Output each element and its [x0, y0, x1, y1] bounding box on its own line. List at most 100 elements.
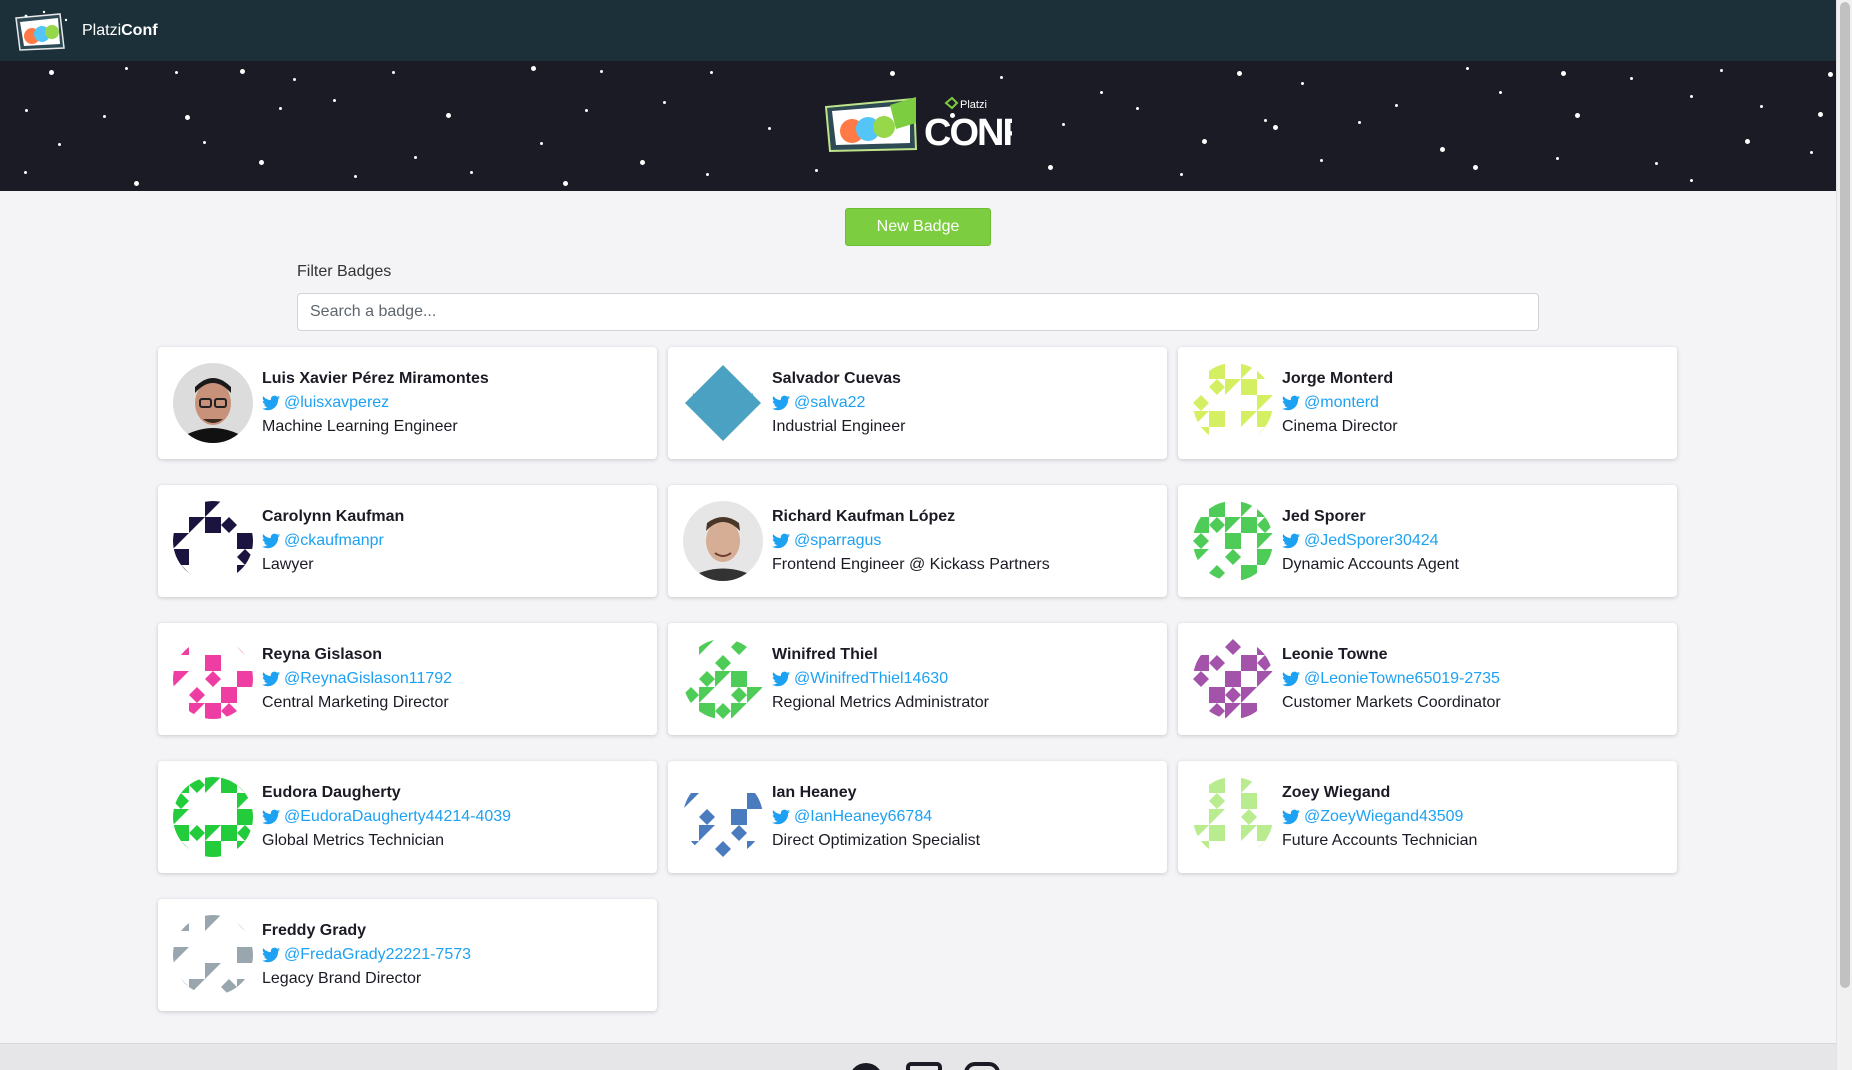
- badge-job-title: Cinema Director: [1282, 418, 1398, 435]
- new-badge-button[interactable]: New Badge: [845, 208, 991, 246]
- badge-card[interactable]: Richard Kaufman López @sparragus Fronten…: [668, 485, 1167, 597]
- badge-card[interactable]: Carolynn Kaufman @ckaufmanpr Lawyer: [158, 485, 657, 597]
- badge-job-title: Machine Learning Engineer: [262, 418, 458, 435]
- badge-job-title: Frontend Engineer @ Kickass Partners: [772, 556, 1050, 573]
- badge-info: Winifred Thiel @WinifredThiel14630 Regio…: [772, 643, 989, 715]
- badge-twitter-link[interactable]: @IanHeaney66784: [772, 805, 980, 829]
- badge-card[interactable]: Ian Heaney @IanHeaney66784 Direct Optimi…: [668, 761, 1167, 873]
- avatar: [173, 363, 253, 443]
- badge-twitter-link[interactable]: @ZoeyWiegand43509: [1282, 805, 1477, 829]
- badge-name: Carolynn Kaufman: [262, 508, 405, 525]
- badge-twitter-link[interactable]: @sparragus: [772, 529, 1050, 553]
- star-dot: [531, 66, 536, 71]
- badge-card[interactable]: Winifred Thiel @WinifredThiel14630 Regio…: [668, 623, 1167, 735]
- search-badge-input[interactable]: [297, 293, 1539, 331]
- badge-twitter-handle[interactable]: @sparragus: [794, 529, 881, 553]
- avatar: [1193, 777, 1273, 857]
- twitter-bird-icon: [772, 671, 790, 687]
- tablet-icon[interactable]: [906, 1062, 942, 1070]
- star-dot: [1466, 67, 1469, 70]
- star-dot: [470, 171, 473, 174]
- badge-twitter-link[interactable]: @ckaufmanpr: [262, 529, 404, 553]
- badge-twitter-handle[interactable]: @salva22: [794, 391, 865, 415]
- badge-job-title: Global Metrics Technician: [262, 832, 445, 849]
- badge-card[interactable]: Zoey Wiegand @ZoeyWiegand43509 Future Ac…: [1178, 761, 1677, 873]
- badge-twitter-handle[interactable]: @ReynaGislason11792: [284, 667, 452, 691]
- badge-name: Jorge Monterd: [1282, 370, 1394, 387]
- badge-job-title: Central Marketing Director: [262, 694, 449, 711]
- avatar: [173, 501, 253, 581]
- nav-brand-link[interactable]: PlatziConf: [14, 10, 158, 52]
- star-dot: [1556, 157, 1559, 160]
- badge-info: Zoey Wiegand @ZoeyWiegand43509 Future Ac…: [1282, 781, 1477, 853]
- star-dot: [706, 173, 709, 176]
- badge-twitter-link[interactable]: @salva22: [772, 391, 905, 415]
- badge-twitter-handle[interactable]: @EudoraDaugherty44214-4039: [284, 805, 511, 829]
- badge-card[interactable]: Salvador Cuevas @salva22 Industrial Engi…: [668, 347, 1167, 459]
- star-dot: [663, 101, 666, 104]
- badge-twitter-link[interactable]: @luisxavperez: [262, 391, 489, 415]
- badge-twitter-link[interactable]: @FredaGrady22221-7573: [262, 943, 471, 967]
- badge-name: Ian Heaney: [772, 784, 857, 801]
- badge-job-title: Direct Optimization Specialist: [772, 832, 981, 849]
- star-dot: [58, 143, 61, 146]
- instagram-icon[interactable]: [964, 1062, 1000, 1070]
- star-dot: [563, 181, 568, 186]
- badge-job-title: Regional Metrics Administrator: [772, 694, 989, 711]
- badge-card[interactable]: Freddy Grady @FredaGrady22221-7573 Legac…: [158, 899, 657, 1011]
- badge-twitter-handle[interactable]: @luisxavperez: [284, 391, 389, 415]
- page: PlatziConf Platzi CONF New Badge Filt: [0, 0, 1836, 1070]
- scrollbar-thumb[interactable]: [1840, 2, 1850, 988]
- badge-card[interactable]: Jed Sporer @JedSporer30424 Dynamic Accou…: [1178, 485, 1677, 597]
- badge-twitter-handle[interactable]: @ZoeyWiegand43509: [1304, 805, 1463, 829]
- star-dot: [1358, 121, 1361, 124]
- star-dot: [175, 71, 178, 74]
- badge-twitter-link[interactable]: @ReynaGislason11792: [262, 667, 452, 691]
- star-dot: [1395, 104, 1398, 107]
- star-dot: [1575, 113, 1580, 118]
- star-dot: [446, 113, 451, 118]
- vertical-scrollbar[interactable]: [1836, 0, 1852, 1070]
- star-dot: [1760, 105, 1763, 108]
- star-dot: [279, 107, 282, 110]
- star-dot: [1301, 82, 1304, 85]
- badge-twitter-link[interactable]: @WinifredThiel14630: [772, 667, 989, 691]
- hero-banner: Platzi CONF: [0, 61, 1836, 191]
- badge-twitter-link[interactable]: @JedSporer30424: [1282, 529, 1459, 553]
- platziconf-logo-icon: [14, 10, 72, 52]
- badge-info: Jed Sporer @JedSporer30424 Dynamic Accou…: [1282, 505, 1459, 577]
- twitter-bird-icon: [262, 671, 280, 687]
- badge-twitter-handle[interactable]: @WinifredThiel14630: [794, 667, 948, 691]
- avatar: [1193, 639, 1273, 719]
- badge-card[interactable]: Leonie Towne @LeonieTowne65019-2735 Cust…: [1178, 623, 1677, 735]
- badge-card[interactable]: Reyna Gislason @ReynaGislason11792 Centr…: [158, 623, 657, 735]
- badge-card[interactable]: Eudora Daugherty @EudoraDaugherty44214-4…: [158, 761, 657, 873]
- badge-info: Jorge Monterd @monterd Cinema Director: [1282, 367, 1398, 439]
- badge-twitter-handle[interactable]: @IanHeaney66784: [794, 805, 932, 829]
- star-dot: [1062, 123, 1065, 126]
- twitter-bird-icon: [772, 395, 790, 411]
- badge-info: Richard Kaufman López @sparragus Fronten…: [772, 505, 1050, 577]
- star-dot: [1136, 107, 1139, 110]
- badge-twitter-handle[interactable]: @monterd: [1304, 391, 1379, 415]
- badge-twitter-handle[interactable]: @JedSporer30424: [1304, 529, 1439, 553]
- badge-twitter-handle[interactable]: @FredaGrady22221-7573: [284, 943, 471, 967]
- badge-card[interactable]: Jorge Monterd @monterd Cinema Director: [1178, 347, 1677, 459]
- star-dot: [293, 78, 296, 81]
- badge-twitter-link[interactable]: @EudoraDaugherty44214-4039: [262, 805, 511, 829]
- badge-twitter-link[interactable]: @monterd: [1282, 391, 1398, 415]
- hero-platziconf-logo: Platzi CONF: [824, 93, 1026, 160]
- badge-twitter-handle[interactable]: @LeonieTowne65019-2735: [1304, 667, 1500, 691]
- star-dot: [1473, 165, 1478, 170]
- hero-logo-platzi-small: Platzi: [944, 96, 987, 111]
- avatar: [173, 915, 253, 995]
- badge-info: Leonie Towne @LeonieTowne65019-2735 Cust…: [1282, 643, 1501, 715]
- badge-twitter-link[interactable]: @LeonieTowne65019-2735: [1282, 667, 1501, 691]
- badge-twitter-handle[interactable]: @ckaufmanpr: [284, 529, 384, 553]
- twitter-icon[interactable]: [848, 1062, 884, 1070]
- badge-info: Freddy Grady @FredaGrady22221-7573 Legac…: [262, 919, 471, 991]
- badge-info: Salvador Cuevas @salva22 Industrial Engi…: [772, 367, 905, 439]
- star-dot: [24, 171, 27, 174]
- badge-card[interactable]: Luis Xavier Pérez Miramontes @luisxavper…: [158, 347, 657, 459]
- avatar: [1193, 363, 1273, 443]
